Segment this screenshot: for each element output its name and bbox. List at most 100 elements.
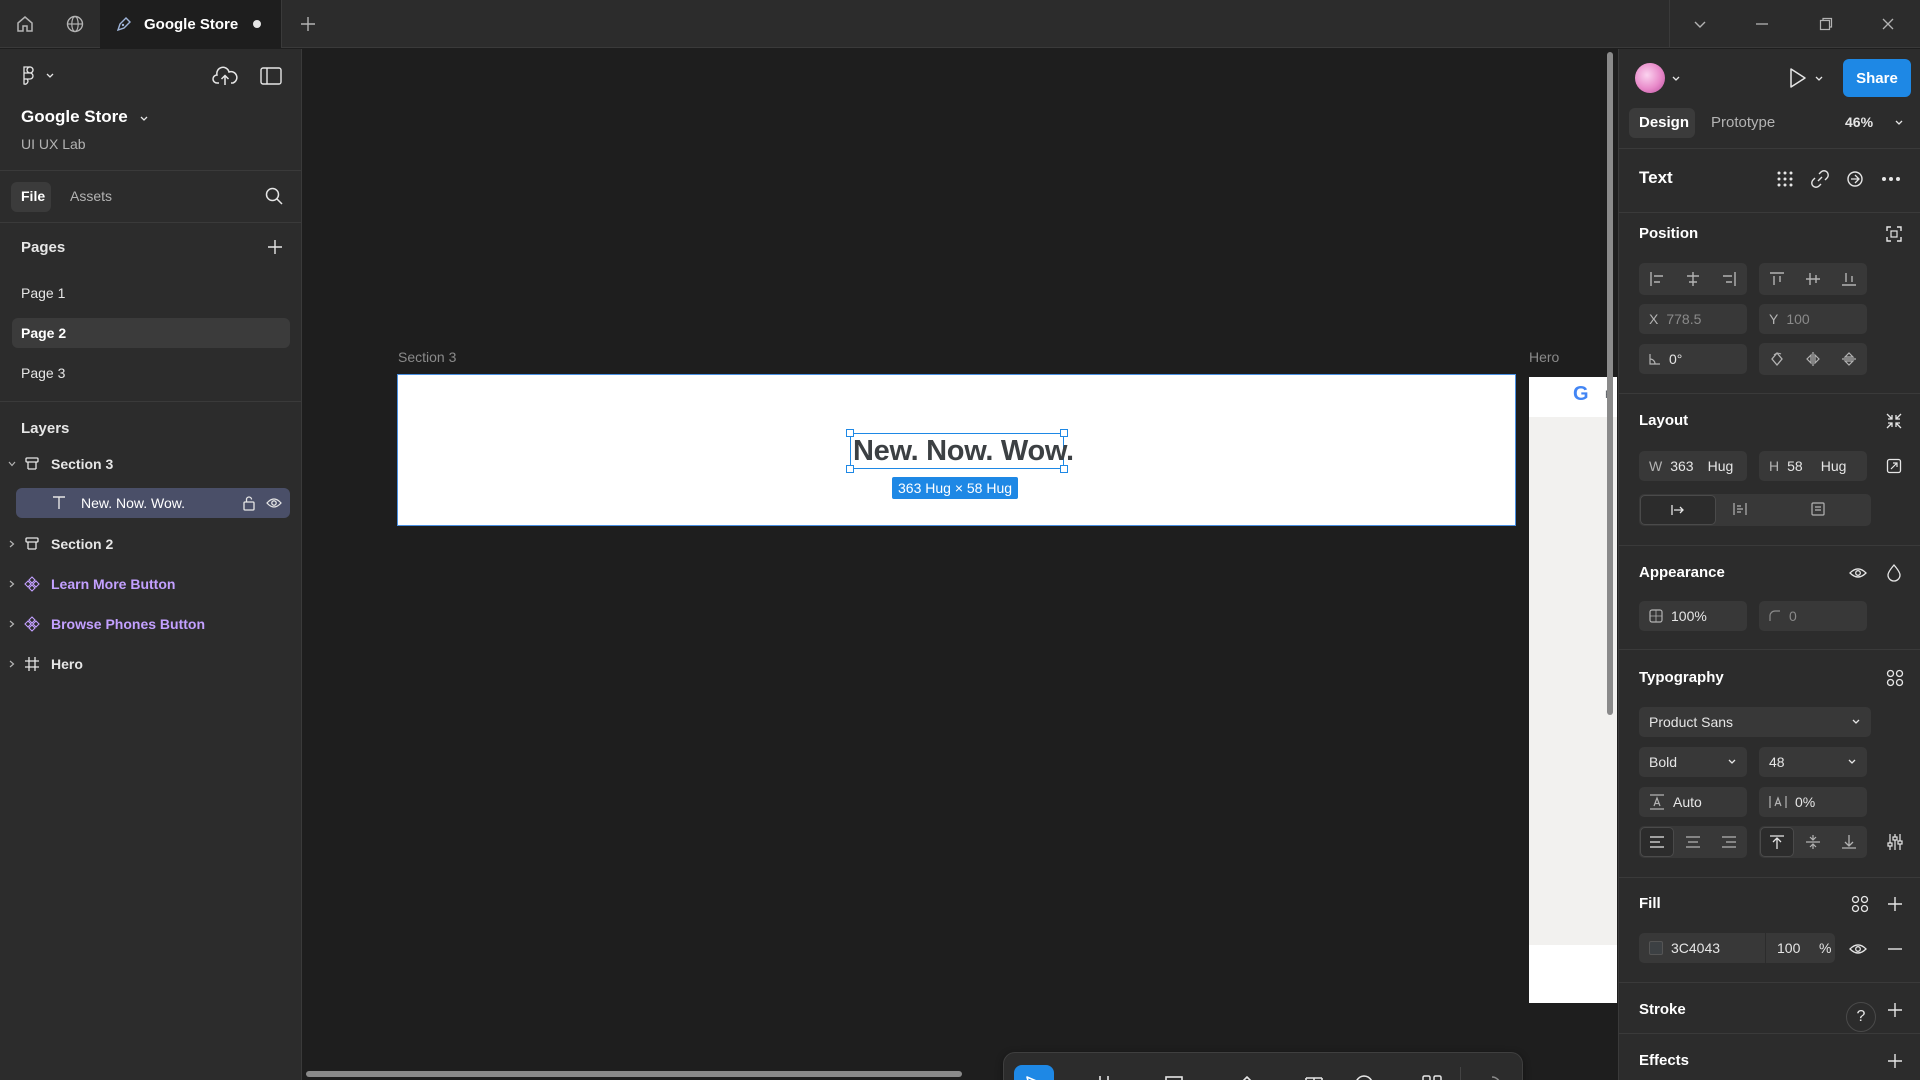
resize-handle-tl[interactable] bbox=[846, 429, 854, 437]
auto-height-button[interactable] bbox=[1732, 501, 1748, 517]
font-size-input[interactable]: 48 bbox=[1759, 747, 1867, 777]
toggle-sidebar-button[interactable] bbox=[260, 67, 282, 85]
add-stroke-icon[interactable] bbox=[1887, 1002, 1903, 1018]
line-height-input[interactable]: Auto bbox=[1639, 787, 1747, 817]
text-align-right-button[interactable] bbox=[1711, 827, 1747, 857]
section-3-label[interactable]: Section 3 bbox=[398, 349, 456, 365]
avatar-chevron-icon[interactable] bbox=[1671, 74, 1681, 84]
expand-caret-icon[interactable] bbox=[8, 620, 16, 628]
play-icon[interactable] bbox=[1787, 67, 1807, 89]
restore-button[interactable] bbox=[1806, 0, 1846, 48]
align-bottom-button[interactable] bbox=[1831, 264, 1867, 294]
resize-to-fit-icon[interactable] bbox=[1886, 458, 1902, 474]
w-mode[interactable]: Hug bbox=[1708, 458, 1734, 474]
y-position-input[interactable]: Y 100 bbox=[1759, 304, 1867, 334]
home-button[interactable] bbox=[0, 0, 50, 48]
focus-frame-icon[interactable] bbox=[1886, 226, 1902, 242]
team-name[interactable]: UI UX Lab bbox=[21, 136, 86, 152]
opacity-input[interactable]: 100% bbox=[1639, 601, 1747, 631]
flip-horizontal-button[interactable] bbox=[1795, 344, 1831, 374]
expand-caret-icon[interactable] bbox=[8, 660, 16, 668]
font-family-select[interactable]: Product Sans bbox=[1639, 707, 1871, 737]
resize-handle-br[interactable] bbox=[1060, 465, 1068, 473]
zoom-level[interactable]: 46% bbox=[1845, 114, 1873, 130]
resize-handle-bl[interactable] bbox=[846, 465, 854, 473]
grid-dots-icon[interactable] bbox=[1776, 170, 1794, 188]
visibility-eye-icon[interactable] bbox=[1849, 566, 1867, 580]
rotation-input[interactable]: 0° bbox=[1639, 344, 1747, 374]
close-button[interactable] bbox=[1868, 0, 1908, 48]
hero-frame[interactable]: G P bbox=[1529, 377, 1617, 1003]
fill-swatch[interactable] bbox=[1649, 941, 1663, 955]
share-button[interactable]: Share bbox=[1843, 59, 1911, 97]
fixed-size-button[interactable] bbox=[1810, 501, 1826, 517]
type-settings-icon[interactable] bbox=[1886, 833, 1904, 851]
expand-caret-icon[interactable] bbox=[8, 460, 16, 468]
canvas[interactable]: Section 3 New. Now. Wow. 363 Hug × 58 Hu… bbox=[303, 49, 1617, 1080]
text-align-left-button[interactable] bbox=[1640, 827, 1674, 857]
zoom-chevron-icon[interactable] bbox=[1894, 118, 1904, 128]
page-item-3[interactable]: Page 3 bbox=[12, 358, 290, 388]
layer-section-3[interactable]: Section 3 bbox=[0, 449, 290, 479]
link-icon[interactable] bbox=[1811, 170, 1829, 188]
actions-tool[interactable] bbox=[1412, 1065, 1452, 1080]
resize-handle-tr[interactable] bbox=[1060, 429, 1068, 437]
layer-browse-phones-button[interactable]: Browse Phones Button bbox=[0, 609, 290, 639]
pen-tool[interactable] bbox=[1224, 1065, 1264, 1080]
tab-prototype[interactable]: Prototype bbox=[1711, 114, 1775, 131]
font-weight-select[interactable]: Bold bbox=[1639, 747, 1747, 777]
align-middle-button[interactable] bbox=[1795, 264, 1831, 294]
add-effect-icon[interactable] bbox=[1887, 1053, 1903, 1069]
layer-section-2[interactable]: Section 2 bbox=[0, 529, 290, 559]
fill-visibility-eye-icon[interactable] bbox=[1849, 942, 1867, 956]
shape-tool[interactable] bbox=[1154, 1065, 1194, 1080]
component-instance-icon[interactable] bbox=[1846, 170, 1864, 188]
add-fill-icon[interactable] bbox=[1887, 896, 1903, 912]
selected-text-layer[interactable]: New. Now. Wow. bbox=[846, 429, 1074, 473]
community-button[interactable] bbox=[50, 0, 100, 48]
help-button[interactable]: ? bbox=[1846, 1002, 1876, 1032]
present-chevron-icon[interactable] bbox=[1814, 74, 1824, 84]
align-center-h-button[interactable] bbox=[1675, 264, 1711, 294]
text-align-center-button[interactable] bbox=[1675, 827, 1711, 857]
tabs-dropdown-button[interactable] bbox=[1680, 0, 1720, 48]
blend-mode-icon[interactable] bbox=[1887, 564, 1901, 582]
height-input[interactable]: H 58 Hug bbox=[1759, 451, 1867, 481]
horizontal-scrollbar[interactable] bbox=[306, 1071, 962, 1077]
align-right-button[interactable] bbox=[1711, 264, 1747, 294]
width-input[interactable]: W 363 Hug bbox=[1639, 451, 1747, 481]
corner-radius-input[interactable]: 0 bbox=[1759, 601, 1867, 631]
align-top-button[interactable] bbox=[1759, 264, 1795, 294]
page-item-1[interactable]: Page 1 bbox=[12, 278, 290, 308]
main-menu-button[interactable] bbox=[20, 65, 54, 85]
headline-text[interactable]: New. Now. Wow. bbox=[853, 435, 1074, 468]
vertical-scrollbar[interactable] bbox=[1607, 52, 1613, 715]
layer-text-new-now-wow[interactable]: New. Now. Wow. bbox=[16, 488, 290, 518]
text-align-bottom-button[interactable] bbox=[1831, 827, 1867, 857]
x-position-input[interactable]: X 778.5 bbox=[1639, 304, 1747, 334]
tab-design[interactable]: Design bbox=[1629, 108, 1695, 138]
fill-styles-icon[interactable] bbox=[1851, 895, 1869, 913]
file-tab[interactable]: Google Store bbox=[100, 0, 282, 48]
auto-width-button[interactable] bbox=[1640, 495, 1716, 525]
move-tool[interactable] bbox=[1014, 1065, 1054, 1080]
text-tool[interactable] bbox=[1294, 1065, 1334, 1080]
rotate-button[interactable] bbox=[1759, 344, 1795, 374]
avatar[interactable] bbox=[1635, 63, 1665, 93]
tab-file[interactable]: File bbox=[11, 182, 51, 212]
page-item-2[interactable]: Page 2 bbox=[12, 318, 290, 348]
comment-tool[interactable] bbox=[1344, 1065, 1384, 1080]
remove-fill-icon[interactable] bbox=[1887, 941, 1903, 957]
file-name-chevron-icon[interactable] bbox=[139, 114, 149, 124]
more-options-icon[interactable] bbox=[1881, 170, 1901, 188]
fill-color-input[interactable]: 3C4043 100 % bbox=[1639, 933, 1835, 963]
expand-caret-icon[interactable] bbox=[8, 580, 16, 588]
tab-assets[interactable]: Assets bbox=[70, 188, 112, 204]
upload-button[interactable] bbox=[212, 65, 238, 87]
search-icon[interactable] bbox=[265, 187, 283, 205]
new-tab-button[interactable] bbox=[290, 0, 326, 48]
eye-icon[interactable] bbox=[266, 496, 282, 510]
frame-tool[interactable] bbox=[1084, 1065, 1124, 1080]
lock-icon[interactable] bbox=[242, 495, 256, 511]
minimize-button[interactable] bbox=[1742, 0, 1782, 48]
